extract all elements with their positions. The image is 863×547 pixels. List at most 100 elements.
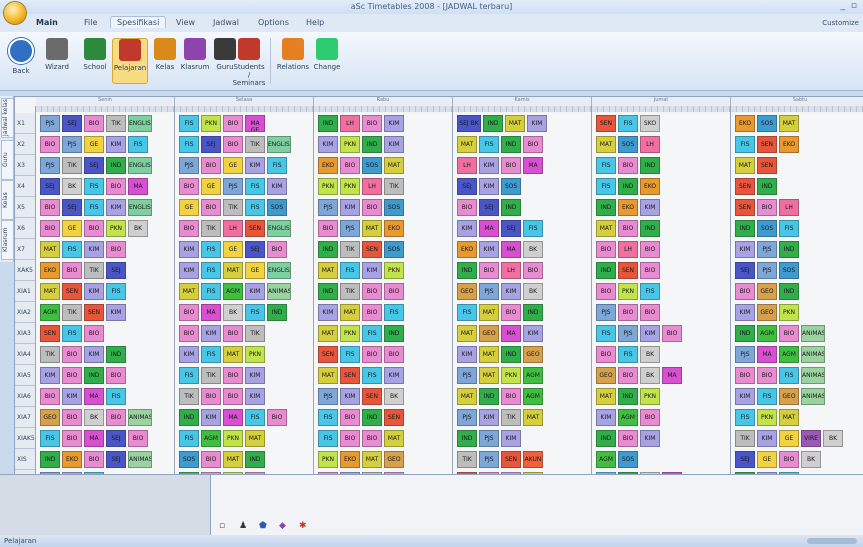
- lesson-card[interactable]: IND: [40, 451, 60, 468]
- lesson-card[interactable]: BIO: [779, 325, 799, 342]
- lesson-card[interactable]: EKO: [62, 451, 82, 468]
- lesson-card[interactable]: BIO: [640, 304, 660, 321]
- lesson-card[interactable]: PKN: [618, 283, 638, 300]
- lesson-card[interactable]: BK: [523, 241, 543, 258]
- lesson-card[interactable]: SEN: [340, 367, 360, 384]
- lesson-card[interactable]: KIM: [384, 136, 404, 153]
- lesson-card[interactable]: FIS: [523, 220, 543, 237]
- lesson-card[interactable]: EKO: [384, 220, 404, 237]
- lesson-card[interactable]: FIS: [40, 430, 60, 447]
- lesson-card[interactable]: FIS: [201, 346, 221, 363]
- lesson-card[interactable]: ANIMASI: [801, 388, 825, 405]
- lesson-card[interactable]: KIM: [457, 346, 477, 363]
- lesson-card[interactable]: MAT: [179, 283, 199, 300]
- lesson-card[interactable]: PKN: [640, 388, 660, 405]
- lesson-card[interactable]: KIM: [640, 325, 660, 342]
- lesson-card[interactable]: LH: [340, 115, 360, 132]
- lesson-card[interactable]: PKN: [340, 325, 360, 342]
- lesson-card[interactable]: LH: [618, 241, 638, 258]
- lesson-card[interactable]: IND: [106, 346, 126, 363]
- lesson-card[interactable]: SOS: [267, 199, 287, 216]
- lesson-card[interactable]: EKO: [640, 178, 660, 195]
- lesson-card[interactable]: BIO: [384, 346, 404, 363]
- lesson-card[interactable]: FIS: [179, 367, 199, 384]
- lesson-card[interactable]: TIK: [84, 262, 104, 279]
- lesson-card[interactable]: LH: [501, 262, 521, 279]
- lesson-card[interactable]: KIM: [245, 157, 265, 174]
- lesson-card[interactable]: BK: [223, 304, 243, 321]
- maximize-icon[interactable]: ▫: [851, 1, 857, 11]
- lesson-card[interactable]: SEN: [40, 325, 60, 342]
- minimize-icon[interactable]: _: [841, 1, 846, 11]
- lesson-card[interactable]: IND: [757, 178, 777, 195]
- lesson-card[interactable]: BK: [84, 409, 104, 426]
- lesson-card[interactable]: SEJ: [62, 199, 82, 216]
- lesson-card[interactable]: KIM: [84, 283, 104, 300]
- lesson-card[interactable]: IND: [84, 367, 104, 384]
- lesson-card[interactable]: SOS: [618, 136, 638, 153]
- lesson-card[interactable]: BIO: [362, 283, 382, 300]
- lesson-card[interactable]: BIO: [501, 304, 521, 321]
- teacher-mini-icon[interactable]: ♟: [239, 521, 247, 531]
- class-row-label[interactable]: XIA1: [15, 281, 35, 302]
- lesson-card[interactable]: GEO: [384, 451, 404, 468]
- unassigned-cards-panel[interactable]: ▫ ♟ ⬟ ◆ ✱: [210, 475, 863, 535]
- lesson-card[interactable]: KIM: [318, 136, 338, 153]
- lesson-card[interactable]: KIM: [479, 157, 499, 174]
- lesson-card[interactable]: MA: [523, 157, 543, 174]
- lesson-card[interactable]: KIM: [501, 430, 521, 447]
- lesson-card[interactable]: TIK: [384, 178, 404, 195]
- lesson-card[interactable]: PJS: [318, 388, 338, 405]
- lesson-card[interactable]: TIK: [501, 409, 521, 426]
- lesson-card[interactable]: SEJ: [84, 157, 104, 174]
- lesson-card[interactable]: AGM: [523, 367, 543, 384]
- lesson-card[interactable]: KIM: [640, 199, 660, 216]
- lesson-card[interactable]: IND: [457, 262, 477, 279]
- lesson-card[interactable]: PJS: [179, 157, 199, 174]
- lesson-card[interactable]: IND: [735, 220, 755, 237]
- lesson-card[interactable]: KIM: [318, 304, 338, 321]
- lesson-card[interactable]: KIM: [267, 178, 287, 195]
- lesson-card[interactable]: IND: [362, 409, 382, 426]
- lesson-card[interactable]: SOS: [384, 241, 404, 258]
- lesson-card[interactable]: SEJ: [62, 115, 82, 132]
- lesson-card[interactable]: BIO: [106, 178, 126, 195]
- lesson-card[interactable]: SEJ: [106, 262, 126, 279]
- lesson-card[interactable]: BIO: [201, 451, 221, 468]
- lesson-card[interactable]: GEO: [757, 304, 777, 321]
- lesson-card[interactable]: MA: [84, 430, 104, 447]
- class-row-label[interactable]: XIA5: [15, 365, 35, 386]
- lesson-card[interactable]: BIO: [362, 430, 382, 447]
- lesson-card[interactable]: MAT: [223, 262, 243, 279]
- lesson-card[interactable]: TIK: [457, 451, 477, 468]
- lesson-card[interactable]: PJS: [318, 199, 338, 216]
- side-tab-kelas[interactable]: Kelas: [1, 180, 14, 220]
- lesson-card[interactable]: FIS: [457, 304, 477, 321]
- lesson-card[interactable]: FIS: [735, 136, 755, 153]
- lesson-card[interactable]: IND: [318, 115, 338, 132]
- lesson-card[interactable]: BIO: [318, 220, 338, 237]
- lesson-card[interactable]: MAT: [318, 325, 338, 342]
- lesson-card[interactable]: FIS: [618, 115, 638, 132]
- lesson-card[interactable]: SEJ: [501, 220, 521, 237]
- menu-view[interactable]: View: [176, 18, 195, 27]
- lesson-card[interactable]: SOS: [501, 178, 521, 195]
- class-row-label[interactable]: X6: [15, 218, 35, 239]
- lesson-card[interactable]: BIO: [523, 136, 543, 153]
- lesson-card[interactable]: TIK: [223, 199, 243, 216]
- lesson-card[interactable]: FIS: [779, 367, 799, 384]
- lesson-card[interactable]: FIS: [318, 430, 338, 447]
- ribbon-klasrum-button[interactable]: Klasrum: [178, 38, 212, 71]
- lesson-card[interactable]: PKN: [318, 178, 338, 195]
- lesson-card[interactable]: FIS: [179, 136, 199, 153]
- lesson-card[interactable]: MAT: [779, 409, 799, 426]
- lesson-card[interactable]: SEN: [318, 346, 338, 363]
- lesson-card[interactable]: KIM: [523, 325, 543, 342]
- lesson-card[interactable]: GEO: [779, 388, 799, 405]
- menu-main[interactable]: Main: [36, 18, 58, 27]
- lesson-card[interactable]: BIO: [479, 262, 499, 279]
- lesson-card[interactable]: BIO: [596, 346, 616, 363]
- lesson-card[interactable]: MAT: [245, 430, 265, 447]
- lesson-card[interactable]: MA: [84, 388, 104, 405]
- lesson-card[interactable]: MAT: [596, 220, 616, 237]
